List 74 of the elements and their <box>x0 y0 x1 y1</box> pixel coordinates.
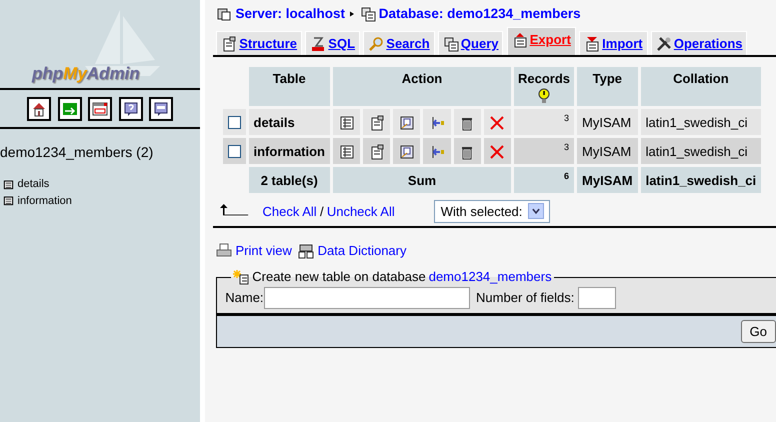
help-button[interactable] <box>118 96 142 120</box>
engine-type: MyISAM <box>577 167 638 194</box>
dictionary-icon <box>298 243 314 259</box>
browse-icon <box>338 115 355 132</box>
home-icon <box>31 100 47 116</box>
row-checkbox[interactable] <box>228 116 240 129</box>
tab[interactable]: Import <box>579 30 648 56</box>
browse-icon <box>338 144 355 160</box>
column-header: Type <box>577 66 638 106</box>
server-link[interactable]: Server: localhost <box>236 4 346 24</box>
server-icon <box>216 6 232 22</box>
triangle-arrow-icon <box>348 9 356 20</box>
table-name[interactable]: information <box>248 138 330 164</box>
database-link[interactable]: Database: demo1234_members <box>378 4 581 24</box>
database-link[interactable]: demo1234_members <box>428 267 552 287</box>
data-dictionary-link[interactable]: Data Dictionary <box>318 241 406 261</box>
structure-icon <box>221 36 238 52</box>
query-window-icon <box>92 100 108 116</box>
structure-icon <box>368 115 385 132</box>
collation: latin1_swedish_ci <box>640 138 762 164</box>
tab[interactable]: Query <box>438 30 504 56</box>
column-header: Records <box>514 66 574 106</box>
uncheck-all-link[interactable]: Uncheck All <box>326 204 395 218</box>
engine-type: MyISAM <box>577 138 638 164</box>
query-icon <box>442 36 459 52</box>
with-selected-dropdown[interactable]: With selected: <box>434 200 550 223</box>
docs-button[interactable] <box>149 96 173 120</box>
tab[interactable]: Search <box>363 30 435 56</box>
engine-type: MyISAM <box>577 109 638 136</box>
fields-label: Number of fields: <box>476 289 574 307</box>
lightbulb-icon <box>536 88 552 104</box>
sidebar-table-link[interactable]: information <box>18 192 72 209</box>
database-icon <box>360 6 376 22</box>
column-header: Table <box>248 66 330 106</box>
exit-button[interactable] <box>58 96 82 120</box>
sidebar-table-link[interactable]: details <box>18 176 50 192</box>
print-view-link[interactable]: Print view <box>236 241 292 261</box>
export-icon <box>512 32 528 48</box>
name-field[interactable] <box>264 286 470 309</box>
tab[interactable]: SQL <box>305 30 360 56</box>
help-icon <box>122 100 138 116</box>
name-label: Name: <box>225 289 264 307</box>
table-icon <box>3 195 14 206</box>
column-header: Collation <box>640 66 762 106</box>
home-button[interactable] <box>27 96 51 120</box>
legend-text: Create new table on database <box>252 268 426 286</box>
query-window-button[interactable] <box>88 96 112 120</box>
exit-icon <box>62 100 78 116</box>
printer-icon <box>216 243 232 259</box>
row-checkbox[interactable] <box>228 144 240 158</box>
records-count: 3 <box>514 109 574 136</box>
collation: latin1_swedish_ci <box>640 167 762 194</box>
table-name[interactable]: details <box>248 109 330 136</box>
new-table-icon <box>233 269 250 285</box>
check-all-link[interactable]: Check All <box>262 204 317 218</box>
chevron-down-icon <box>531 206 542 216</box>
records-total: 6 <box>514 167 574 194</box>
logo: phpMyAdmin <box>32 64 140 84</box>
sum-label: Sum <box>333 167 511 194</box>
table-count: 2 table(s) <box>248 167 330 194</box>
separator: / <box>320 204 324 218</box>
records-count: 3 <box>514 138 574 164</box>
table-icon <box>3 178 14 190</box>
collation: latin1_swedish_ci <box>640 109 762 136</box>
tab[interactable]: Operations <box>650 30 748 56</box>
go-button[interactable]: Go <box>740 320 776 343</box>
column-header: Action <box>333 66 511 106</box>
delete-icon <box>489 144 506 160</box>
database-name[interactable]: demo1234_members (2) <box>0 142 200 163</box>
fields-count-field[interactable] <box>578 286 616 309</box>
import-icon <box>584 36 600 52</box>
structure-icon <box>368 144 385 160</box>
delete-icon <box>489 115 506 132</box>
tab[interactable]: Structure <box>216 30 302 56</box>
